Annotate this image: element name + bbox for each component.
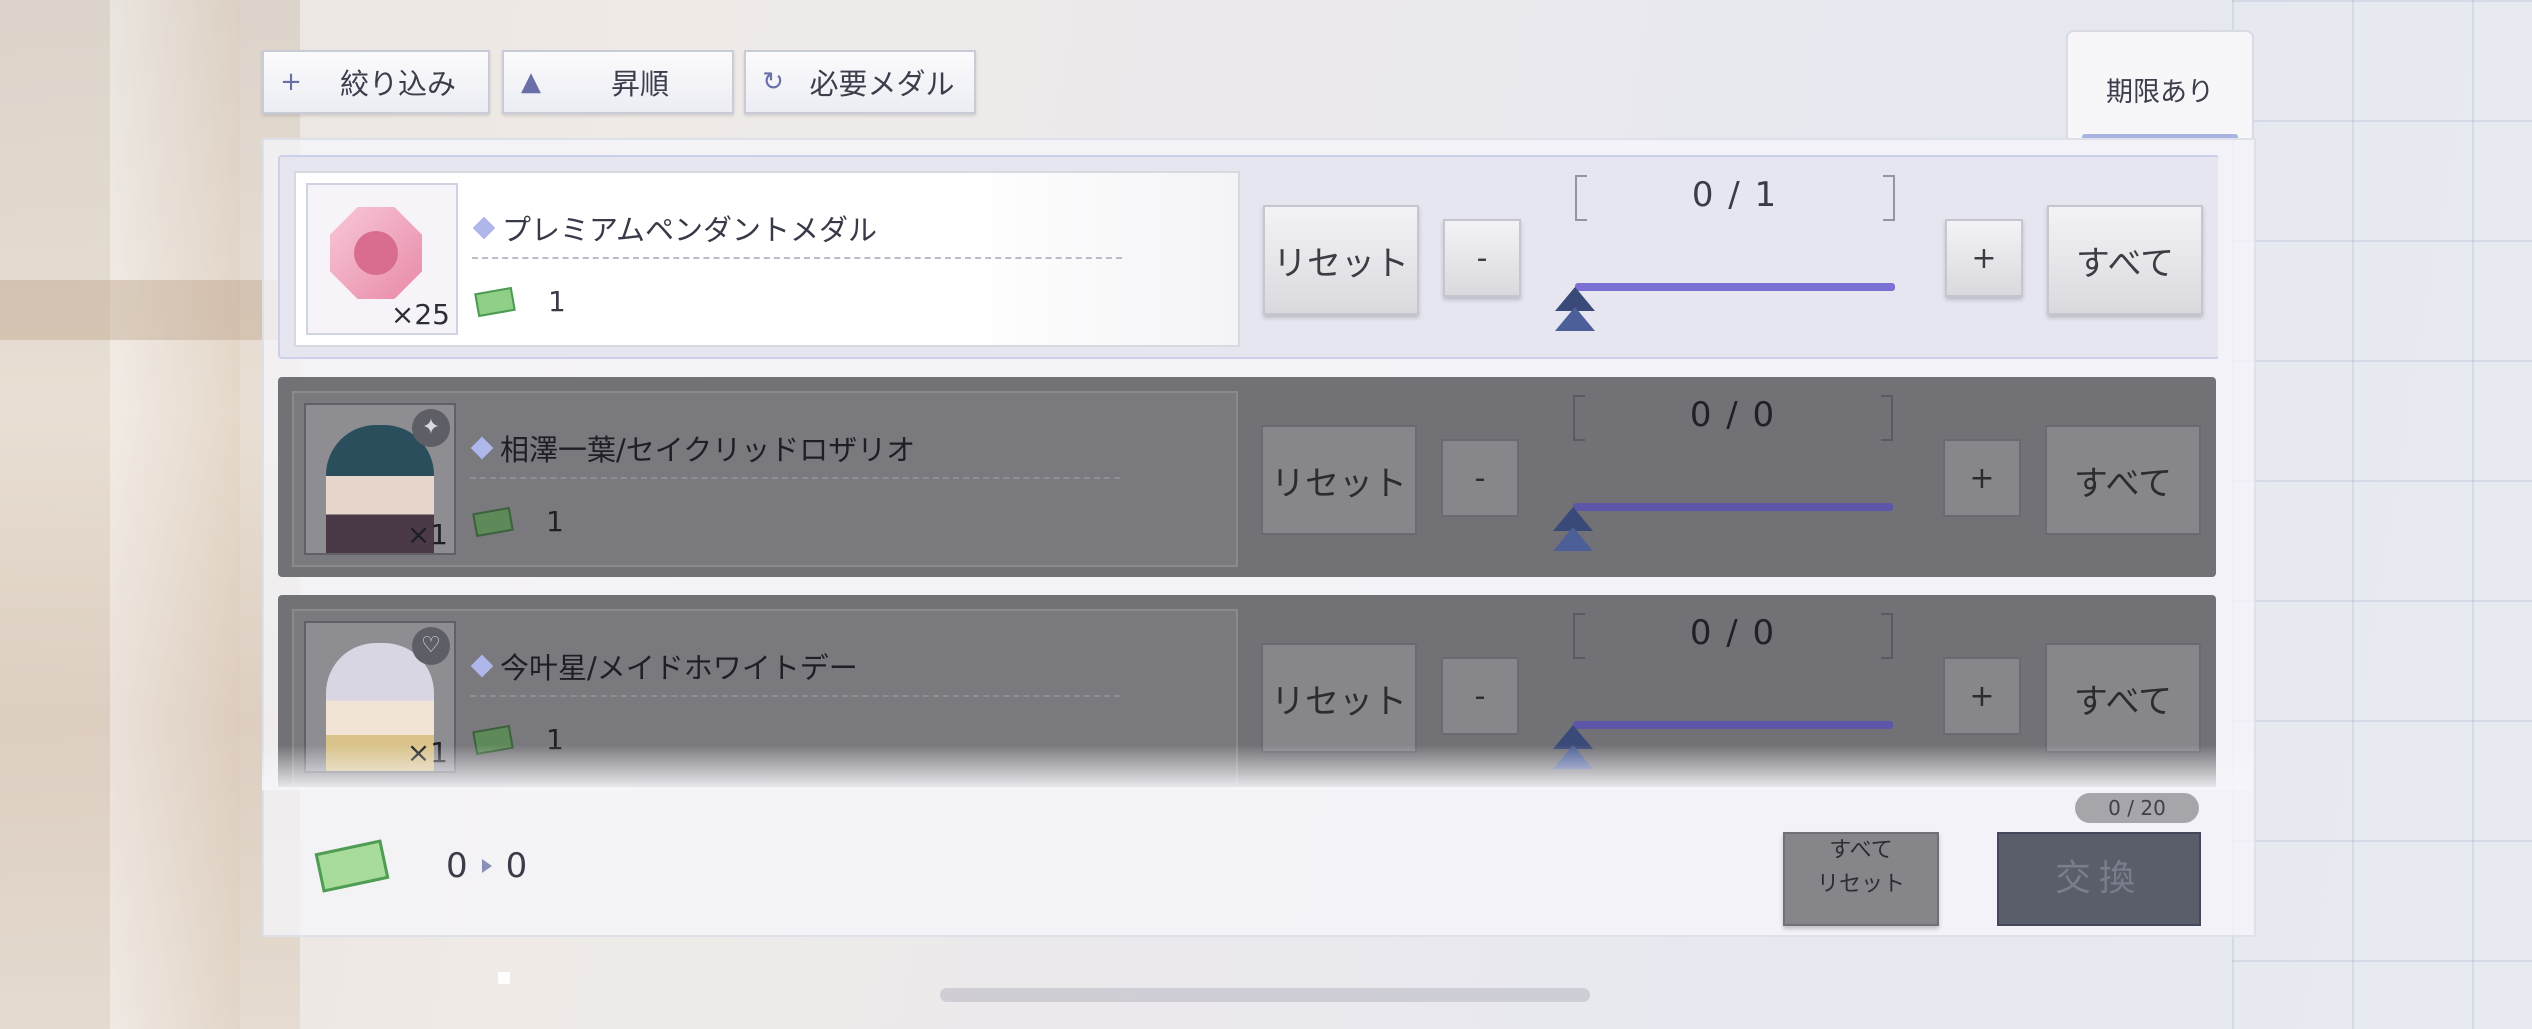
- reset-all-label-line1: すべて: [1829, 838, 1893, 863]
- ticket-balance: 0 0: [314, 839, 528, 893]
- ticket-balance-current: 0: [446, 846, 468, 886]
- item-name: 相澤一葉/セイクリッドロザリオ: [500, 433, 916, 467]
- decrement-button[interactable]: -: [1443, 219, 1521, 297]
- filter-button-label: 絞り込み: [339, 67, 456, 101]
- exchange-item-row: ✦ ×1 相澤一葉/セイクリッドロザリオ 1 リセット - 0 / 0 + すべ…: [278, 377, 2216, 577]
- exchange-button[interactable]: 交換: [1997, 832, 2201, 926]
- select-all-button[interactable]: すべて: [2047, 205, 2203, 315]
- sort-key-label: 必要メダル: [809, 67, 955, 101]
- background-furniture: [0, 280, 300, 340]
- item-name-line: 相澤一葉/セイクリッドロザリオ: [470, 427, 1120, 479]
- bracket-right: [1883, 175, 1895, 221]
- ticket-icon: [474, 286, 516, 317]
- ticket-icon: [472, 506, 514, 537]
- item-name-line: プレミアムペンダントメダル: [472, 207, 1122, 259]
- item-thumbnail[interactable]: ✦ ×1: [304, 403, 456, 555]
- exchange-counter: 0 / 1: [1575, 175, 1895, 221]
- increment-button[interactable]: +: [1945, 219, 2023, 297]
- quantity-slider-track[interactable]: [1573, 721, 1893, 729]
- item-quantity: ×1: [406, 518, 448, 551]
- exchange-ticket-icon: [314, 839, 390, 893]
- diamond-icon: [472, 216, 496, 240]
- background-light: [110, 0, 240, 1029]
- bracket-right: [1881, 613, 1893, 659]
- pendant-medal-icon: [330, 207, 422, 299]
- item-cost-value: 1: [548, 285, 566, 318]
- reset-button[interactable]: リセット: [1261, 643, 1417, 753]
- bracket-right: [1881, 395, 1893, 441]
- increment-button[interactable]: +: [1943, 657, 2021, 735]
- quantity-slider-track[interactable]: [1573, 503, 1893, 511]
- selection-count-badge: 0 / 20: [2075, 793, 2199, 823]
- heart-badge-icon: ♡: [412, 627, 450, 665]
- tab-limited[interactable]: 期限あり: [2066, 30, 2254, 140]
- home-indicator[interactable]: [940, 988, 1590, 1002]
- filter-button[interactable]: + 絞り込み: [262, 50, 490, 114]
- arrow-right-icon: [481, 859, 492, 873]
- rosary-badge-icon: ✦: [412, 409, 450, 447]
- diamond-icon: [470, 436, 494, 460]
- exchange-count: 0 / 0: [1689, 613, 1777, 653]
- item-name: 今叶星/メイドホワイトデー: [500, 651, 858, 685]
- diamond-icon: [470, 654, 494, 678]
- tab-limited-label: 期限あり: [2106, 77, 2214, 108]
- exchange-counter: 0 / 0: [1573, 395, 1893, 441]
- item-cost: 1: [472, 505, 564, 538]
- item-thumbnail[interactable]: ×25: [306, 183, 458, 335]
- reset-button[interactable]: リセット: [1261, 425, 1417, 535]
- slider-handle-icon[interactable]: [1548, 507, 1598, 567]
- exchange-count: 0 / 1: [1691, 175, 1779, 215]
- decrement-button[interactable]: -: [1441, 657, 1519, 735]
- item-cost-value: 1: [546, 505, 564, 538]
- select-all-button[interactable]: すべて: [2045, 425, 2201, 535]
- exchange-counter: 0 / 0: [1573, 613, 1893, 659]
- exchange-item-row: ×25 プレミアムペンダントメダル 1 リセット - 0 / 1 + すべて: [278, 155, 2218, 359]
- sort-order-button[interactable]: ▲ 昇順: [502, 50, 734, 114]
- exchange-item-list[interactable]: ×25 プレミアムペンダントメダル 1 リセット - 0 / 1 + すべて ✦…: [278, 155, 2218, 787]
- ticket-balance-after: 0: [505, 846, 528, 886]
- slider-handle-icon[interactable]: [1550, 287, 1600, 347]
- decrement-button[interactable]: -: [1441, 439, 1519, 517]
- reset-all-button[interactable]: すべて リセット: [1783, 832, 1939, 926]
- plus-icon: +: [280, 67, 302, 97]
- background-grid: [2232, 0, 2532, 1029]
- item-cost: 1: [474, 285, 566, 318]
- sort-order-label: 昇順: [610, 67, 669, 101]
- refresh-icon: ↻: [762, 67, 784, 97]
- item-name: プレミアムペンダントメダル: [502, 213, 877, 247]
- sort-ascending-icon: ▲: [521, 67, 541, 97]
- select-all-button[interactable]: すべて: [2045, 643, 2201, 753]
- reset-button[interactable]: リセット: [1263, 205, 1419, 315]
- reset-all-label-line2: リセット: [1816, 872, 1905, 897]
- item-name-line: 今叶星/メイドホワイトデー: [470, 645, 1120, 697]
- list-fade-overlay: [262, 745, 2252, 790]
- item-quantity: ×25: [390, 298, 450, 331]
- sort-key-button[interactable]: ↻ 必要メダル: [744, 50, 976, 114]
- increment-button[interactable]: +: [1943, 439, 2021, 517]
- exchange-count: 0 / 0: [1689, 395, 1777, 435]
- decorative-square: [498, 972, 510, 984]
- quantity-slider-track[interactable]: [1575, 283, 1895, 291]
